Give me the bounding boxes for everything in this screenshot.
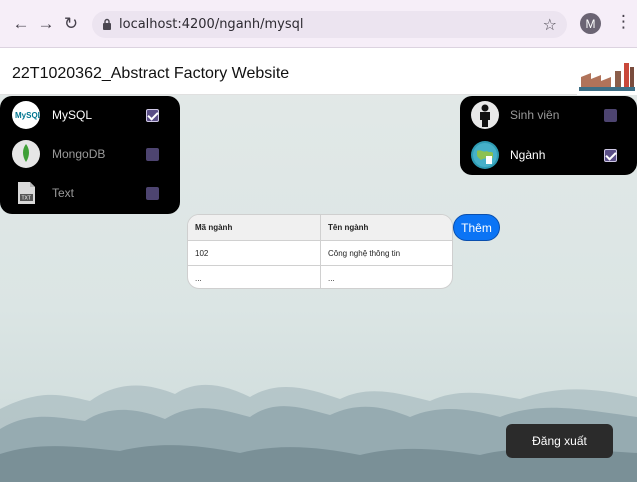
db-option-label: MongoDB (52, 147, 106, 161)
mongodb-icon (12, 140, 40, 168)
entity-option-label: Ngành (510, 148, 546, 162)
mysql-icon: MySQL (12, 101, 40, 129)
forward-arrow-icon[interactable]: → (34, 12, 58, 36)
entity-option-nganh[interactable]: Ngành (460, 136, 637, 175)
site-header: 22T1020362_Abstract Factory Website (0, 49, 577, 95)
entity-panel: Sinh viên Ngành (460, 96, 637, 175)
address-bar[interactable]: localhost:4200/nganh/mysql ☆ (92, 11, 567, 38)
lock-icon (103, 18, 111, 30)
db-option-label: Text (52, 186, 75, 200)
profile-avatar[interactable]: M (580, 13, 601, 34)
mongodb-checkbox[interactable] (146, 148, 159, 161)
bookmark-star-icon[interactable]: ☆ (543, 15, 557, 35)
database-panel: MySQL MySQL MongoDB TXT Text (0, 96, 180, 214)
text-checkbox[interactable] (146, 187, 159, 200)
sinhvien-checkbox[interactable] (604, 109, 617, 122)
nganh-checkbox[interactable] (604, 149, 617, 162)
browser-toolbar: ← → ↻ localhost:4200/nganh/mysql ☆ M ⋮ (0, 0, 637, 48)
db-option-label: MySQL (52, 108, 93, 122)
table-cell: ... (195, 273, 202, 283)
factory-logo-icon (577, 49, 637, 95)
nganh-table: Mã ngành Tên ngành 102 Công nghệ thông t… (187, 214, 453, 289)
page-title: 22T1020362_Abstract Factory Website (12, 65, 290, 82)
db-option-text[interactable]: TXT Text (0, 174, 180, 213)
logout-button[interactable]: Đăng xuất (506, 424, 613, 458)
add-button[interactable]: Thêm (453, 214, 500, 241)
text-file-icon: TXT (12, 179, 40, 207)
table-cell: Công nghệ thông tin (328, 248, 401, 258)
back-arrow-icon[interactable]: ← (9, 12, 33, 36)
db-option-mysql[interactable]: MySQL MySQL (0, 96, 180, 135)
page: 22T1020362_Abstract Factory Website MySQ… (0, 49, 637, 482)
mysql-checkbox[interactable] (146, 109, 159, 122)
browser-menu-icon[interactable]: ⋮ (615, 12, 632, 32)
globe-icon (471, 141, 499, 169)
entity-option-sinhvien[interactable]: Sinh viên (460, 96, 637, 135)
divider (320, 215, 321, 288)
svg-text:TXT: TXT (22, 196, 31, 202)
table-cell: 102 (195, 248, 209, 258)
url-text: localhost:4200/nganh/mysql (119, 17, 304, 32)
reload-icon[interactable]: ↻ (59, 12, 83, 36)
person-icon (471, 101, 499, 129)
db-option-mongodb[interactable]: MongoDB (0, 135, 180, 174)
entity-option-label: Sinh viên (510, 108, 560, 122)
table-cell: ... (328, 273, 335, 283)
svg-text:MySQL: MySQL (15, 111, 40, 120)
column-header-ma-nganh: Mã ngành (188, 215, 320, 240)
column-header-ten-nganh: Tên ngành (321, 215, 452, 240)
